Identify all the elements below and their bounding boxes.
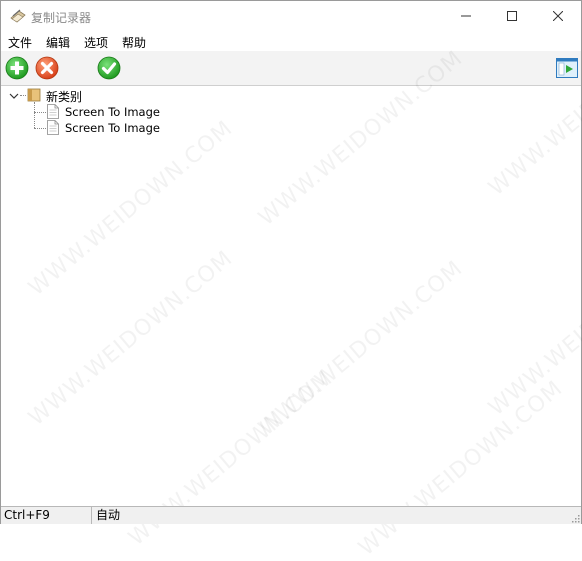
title-bar[interactable]: 复制记录器 bbox=[1, 1, 581, 31]
status-mode: 自动 bbox=[96, 508, 121, 522]
tree-category-label[interactable]: 新类别 bbox=[46, 88, 82, 105]
add-button[interactable] bbox=[5, 56, 29, 80]
tree-connector bbox=[34, 112, 46, 113]
tree-item-label[interactable]: Screen To Image bbox=[65, 121, 160, 135]
resize-grip-icon[interactable] bbox=[570, 513, 580, 523]
watermark-text: WWW.WEIDOWN.COM bbox=[24, 246, 238, 431]
tree-connector bbox=[34, 102, 35, 128]
check-circle-icon bbox=[97, 56, 121, 80]
window-title: 复制记录器 bbox=[31, 11, 92, 25]
delete-button[interactable] bbox=[35, 56, 59, 80]
status-bar: Ctrl+F9 自动 bbox=[1, 506, 581, 524]
toolbar bbox=[1, 51, 581, 86]
status-hotkey: Ctrl+F9 bbox=[4, 508, 50, 522]
plus-circle-icon bbox=[5, 56, 29, 80]
minimize-button[interactable] bbox=[443, 1, 489, 31]
menu-help[interactable]: 帮助 bbox=[122, 34, 146, 51]
panel-toggle-icon bbox=[556, 58, 578, 78]
maximize-button[interactable] bbox=[489, 1, 535, 31]
watermark-text: WWW.WEIDOWN.COM bbox=[354, 376, 568, 561]
watermark-text: WWW.WEIDOWN.COM bbox=[254, 256, 468, 441]
chevron-down-icon[interactable] bbox=[9, 90, 19, 104]
menu-options[interactable]: 选项 bbox=[84, 34, 108, 51]
maximize-icon bbox=[507, 11, 517, 21]
tree-connector bbox=[20, 95, 26, 96]
x-circle-icon bbox=[35, 56, 59, 80]
menu-bar: 文件 编辑 选项 帮助 bbox=[1, 32, 581, 51]
category-tree[interactable]: 新类别 Screen To Image Screen To Image WWW.… bbox=[2, 16, 582, 561]
watermark-text: WWW.WEIDOWN.COM bbox=[24, 116, 238, 301]
panel-toggle-button[interactable] bbox=[556, 58, 578, 78]
clipboard-app-icon bbox=[9, 7, 27, 25]
close-icon bbox=[553, 11, 563, 21]
close-button[interactable] bbox=[535, 1, 581, 31]
watermark-text: WWW.WEIDOWN.COM bbox=[484, 236, 582, 421]
status-divider bbox=[91, 507, 92, 524]
menu-edit[interactable]: 编辑 bbox=[46, 34, 70, 51]
tree-connector bbox=[34, 128, 46, 129]
tree-item-label[interactable]: Screen To Image bbox=[65, 105, 160, 119]
app-window: 复制记录器 文件 编辑 选项 帮助 新类别 Screen To Image Sc… bbox=[0, 0, 582, 561]
document-icon bbox=[47, 120, 59, 138]
minimize-icon bbox=[461, 15, 471, 17]
apply-button[interactable] bbox=[97, 56, 121, 80]
menu-file[interactable]: 文件 bbox=[8, 34, 32, 51]
